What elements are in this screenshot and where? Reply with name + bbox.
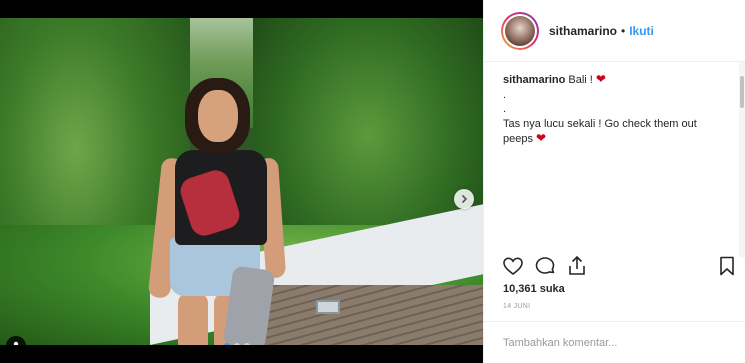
scrollbar-thumb[interactable] bbox=[740, 76, 744, 108]
comment-button[interactable] bbox=[533, 254, 557, 278]
scrollbar[interactable] bbox=[739, 62, 745, 257]
carousel-dot bbox=[224, 343, 230, 345]
share-button[interactable] bbox=[565, 254, 589, 278]
heart-outline-icon bbox=[503, 257, 523, 276]
avatar-border bbox=[503, 13, 537, 48]
post-panel: sithamarino • Ikuti sithamarino Bali ! ❤ … bbox=[483, 0, 745, 363]
follow-button[interactable]: Ikuti bbox=[629, 24, 654, 38]
caption-line: . bbox=[503, 88, 507, 101]
post-date[interactable]: 14 JUNI bbox=[503, 303, 530, 310]
chevron-right-icon bbox=[461, 194, 468, 204]
caption-line: Tas nya lucu sekali ! Go check them out … bbox=[503, 117, 697, 146]
share-icon bbox=[569, 255, 585, 275]
carousel-dots bbox=[224, 343, 250, 345]
next-slide-button[interactable] bbox=[454, 189, 474, 209]
bookmark-icon bbox=[720, 256, 734, 276]
likes-count[interactable]: 10,361 suka bbox=[503, 283, 565, 295]
comment-section bbox=[484, 321, 745, 363]
heart-icon: ❤ bbox=[595, 72, 606, 86]
caption: sithamarino Bali ! ❤ . . Tas nya lucu sek… bbox=[503, 72, 728, 147]
carousel-dot bbox=[244, 343, 250, 345]
heart-icon: ❤ bbox=[536, 131, 547, 145]
action-bar bbox=[484, 254, 745, 278]
person-figure bbox=[140, 68, 287, 345]
save-button[interactable] bbox=[715, 254, 739, 278]
leg-left bbox=[178, 293, 208, 345]
comment-icon bbox=[535, 257, 555, 274]
username-link[interactable]: sithamarino bbox=[549, 24, 617, 38]
wooden-deck bbox=[253, 285, 483, 345]
face bbox=[198, 90, 238, 142]
carousel-dot bbox=[234, 343, 240, 345]
ground-lamp bbox=[316, 300, 340, 314]
comment-input[interactable] bbox=[503, 336, 703, 349]
post-header: sithamarino • Ikuti bbox=[484, 0, 745, 62]
avatar-image bbox=[505, 15, 535, 46]
like-button[interactable] bbox=[501, 254, 525, 278]
avatar[interactable] bbox=[501, 11, 539, 50]
post-image[interactable] bbox=[0, 18, 483, 345]
caption-line: Bali ! bbox=[568, 74, 593, 86]
caption-username[interactable]: sithamarino bbox=[503, 74, 565, 86]
caption-line: . bbox=[503, 103, 507, 115]
separator-dot: • bbox=[621, 23, 626, 38]
user-tag-icon bbox=[13, 341, 19, 345]
